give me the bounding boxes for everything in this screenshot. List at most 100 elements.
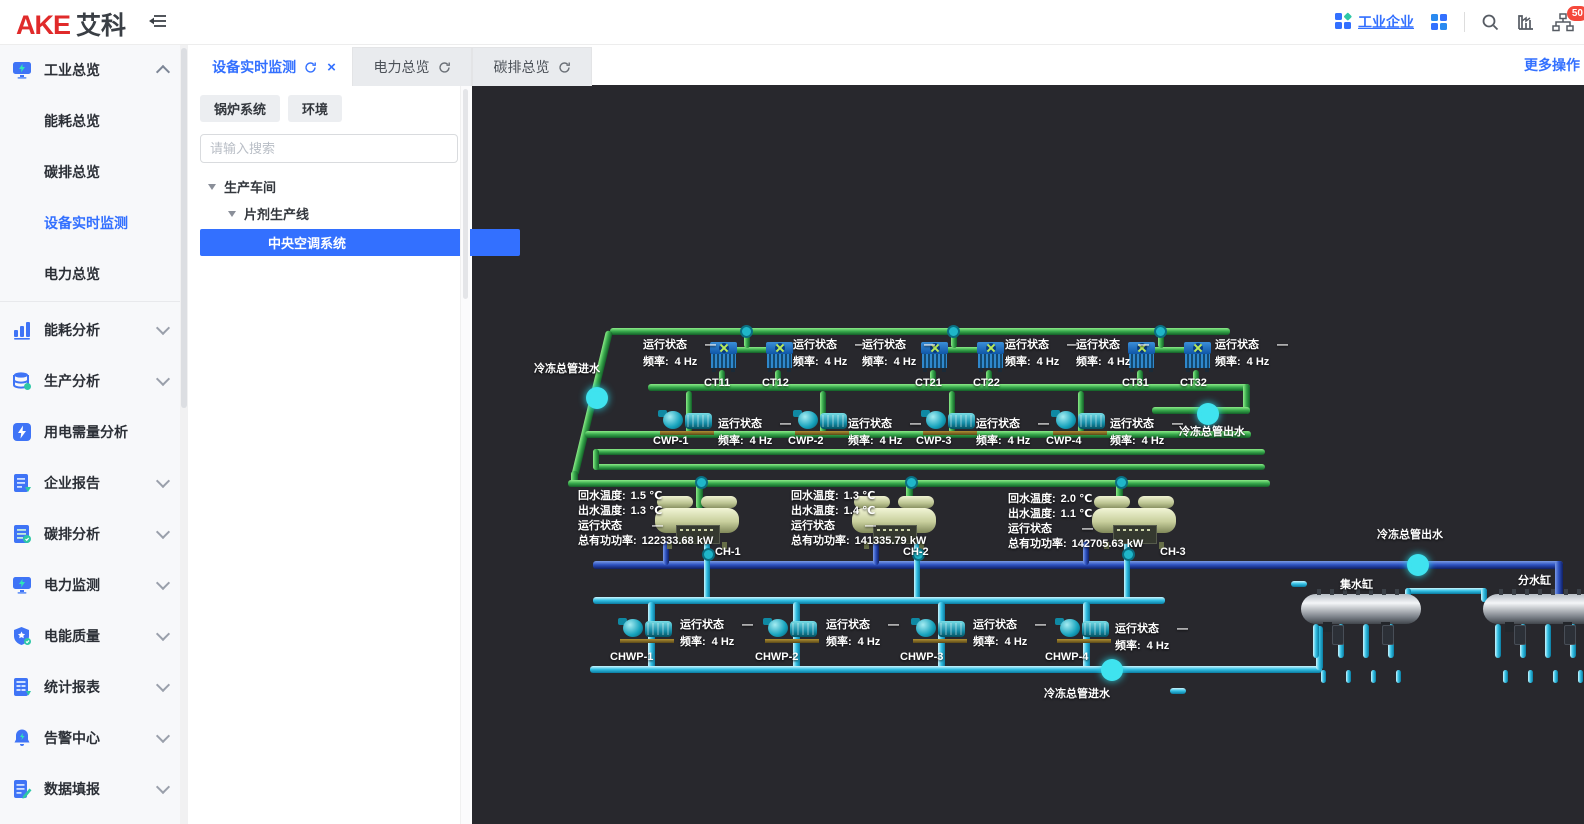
table-doc-icon bbox=[12, 677, 32, 697]
shield-icon bbox=[12, 626, 32, 646]
refresh-icon[interactable] bbox=[558, 61, 571, 74]
tab-carbon-overview[interactable]: 碳排总览 bbox=[472, 47, 592, 86]
sidebar-item-enterprise-report[interactable]: 企业报告 bbox=[0, 457, 180, 508]
enterprise-link[interactable]: 工业企业 bbox=[1334, 12, 1414, 33]
chevron-down-icon bbox=[155, 371, 171, 386]
sidebar-scrollbar[interactable] bbox=[180, 44, 188, 824]
pipe-node bbox=[586, 387, 608, 409]
pipe-label-inlet-left: 冷冻总管进水 bbox=[534, 363, 600, 375]
tree-node-workshop[interactable]: 生产车间 bbox=[208, 177, 276, 196]
bell-icon bbox=[12, 728, 32, 748]
chevron-down-icon bbox=[155, 524, 171, 539]
header-actions: 工业企业 50 bbox=[1334, 0, 1584, 44]
valve-icon bbox=[702, 548, 715, 561]
pump-chwp-4 bbox=[1055, 616, 1113, 643]
tree-expand-icon[interactable] bbox=[228, 210, 236, 217]
tank-drop-pipe bbox=[1363, 624, 1369, 658]
pipe-sleeve bbox=[1382, 625, 1394, 645]
sidebar-item-power-demand-analysis[interactable]: 用电需量分析 bbox=[0, 406, 180, 457]
scrollbar-thumb[interactable] bbox=[181, 48, 187, 408]
equipment-label: CHWP-3 bbox=[900, 651, 944, 663]
chiller-info-ch-2: 回水温度: 1.3 ℃ 出水温度: 1.4 ℃ 运行状态 — 总有功功率: 141335… bbox=[791, 490, 927, 547]
search-input[interactable] bbox=[200, 134, 458, 163]
sidebar-item-power-quality[interactable]: 电能质量 bbox=[0, 610, 180, 661]
pipe-tank-bridge bbox=[1405, 588, 1487, 594]
tank-label: 分水缸 bbox=[1518, 575, 1551, 587]
equipment-label: CT21 bbox=[915, 377, 942, 389]
pipe-label-outlet-right: 冷冻总管出水 bbox=[1377, 529, 1443, 541]
pump-chwp-3 bbox=[911, 616, 969, 643]
sidebar-collapse-icon[interactable] bbox=[148, 12, 168, 35]
sidebar-item-production-analysis[interactable]: 生产分析 bbox=[0, 355, 180, 406]
refresh-icon[interactable] bbox=[438, 61, 451, 74]
pipe-sleeve bbox=[1332, 625, 1344, 645]
cooling-tower-ct32 bbox=[1184, 342, 1211, 372]
equipment-label: CT22 bbox=[973, 377, 1000, 389]
pipe-dash bbox=[1291, 581, 1307, 587]
workspace-grid-icon[interactable] bbox=[1430, 13, 1448, 31]
panel-scrollbar[interactable] bbox=[460, 85, 470, 824]
sidebar-item-industry-overview[interactable]: 工业总览 bbox=[0, 44, 180, 95]
close-icon[interactable]: × bbox=[327, 59, 336, 76]
grid-apps-icon bbox=[1334, 12, 1352, 33]
sidebar-item-carbon-overview[interactable]: 碳排总览 bbox=[0, 146, 180, 197]
status-block-cwp-2: 运行状态 — 频率: 4 Hz bbox=[848, 418, 921, 447]
factory-report-icon[interactable] bbox=[1516, 13, 1536, 32]
pump-chwp-2 bbox=[763, 616, 821, 643]
tab-device-realtime-monitor[interactable]: 设备实时监测 × bbox=[196, 47, 352, 86]
status-block-chwp-4: 运行状态 — 频率: 4 Hz bbox=[1115, 623, 1188, 652]
equipment-label: CT32 bbox=[1180, 377, 1207, 389]
top-header: AKE 艾科 工业企业 50 bbox=[0, 0, 1584, 45]
tree-node-central-ac-system[interactable]: 中央空调系统 bbox=[200, 229, 520, 256]
pipe-node bbox=[1101, 659, 1123, 681]
hvac-scada-canvas[interactable]: CT11 CT12 CT21 CT22 CT31 CT32 运行状态 — 频率: 4… bbox=[472, 85, 1584, 824]
pipe-stub bbox=[1553, 670, 1558, 683]
equipment-label: CHWP-1 bbox=[610, 651, 654, 663]
filter-button-boiler-system[interactable]: 锅炉系统 bbox=[200, 95, 281, 122]
chiller-info-ch-1: 回水温度: 1.5 ℃ 出水温度: 1.3 ℃ 运行状态 — 总有功功率: 122333… bbox=[578, 490, 714, 547]
sidebar-item-energy-overview[interactable]: 能耗总览 bbox=[0, 95, 180, 146]
equipment-label: CT12 bbox=[762, 377, 789, 389]
valve-icon bbox=[740, 325, 753, 338]
search-icon[interactable] bbox=[1481, 13, 1500, 32]
refresh-icon[interactable] bbox=[304, 61, 317, 74]
sidebar-item-data-entry[interactable]: 数据填报 bbox=[0, 763, 180, 814]
tree-node-tablet-line[interactable]: 片剂生产线 bbox=[228, 204, 309, 223]
status-block-ct22: 运行状态 — 频率: 4 Hz bbox=[1005, 339, 1078, 368]
sidebar-item-carbon-analysis[interactable]: 碳排分析 bbox=[0, 508, 180, 559]
valve-icon bbox=[1154, 325, 1167, 338]
sidebar-nav: 工业总览 能耗总览 碳排总览 设备实时监测 电力总览 能耗分析 生产分析 用电需… bbox=[0, 44, 181, 824]
logo-text-cn: 艾科 bbox=[76, 12, 127, 40]
sidebar-item-device-realtime-monitor[interactable]: 设备实时监测 bbox=[0, 197, 180, 248]
sidebar-item-power-overview[interactable]: 电力总览 bbox=[0, 248, 180, 299]
notification-badge: 50 bbox=[1566, 5, 1584, 21]
pipe-sleeve bbox=[1564, 625, 1576, 645]
pipe-condenser-header-2 bbox=[593, 464, 1265, 470]
pipe-condenser-top bbox=[610, 328, 1230, 335]
org-sitemap-icon[interactable]: 50 bbox=[1552, 5, 1584, 32]
sidebar-item-statistics-report[interactable]: 统计报表 bbox=[0, 661, 180, 712]
sidebar-item-alarm-center[interactable]: 告警中心 bbox=[0, 712, 180, 763]
tree-expand-icon[interactable] bbox=[208, 183, 216, 190]
sidebar-item-power-monitor[interactable]: 电力监测 bbox=[0, 559, 180, 610]
filter-button-environment[interactable]: 环境 bbox=[288, 95, 343, 122]
tab-bar: 设备实时监测 × 电力总览 碳排总览 更多操作 bbox=[188, 44, 1584, 86]
chiller-info-ch-3: 回水温度: 2.0 ℃ 出水温度: 1.1 ℃ 运行状态 — 总有功功率: 142705… bbox=[1008, 493, 1144, 550]
status-block-cwp-3: 运行状态 — 频率: 4 Hz bbox=[976, 418, 1049, 447]
collector-tank bbox=[1301, 589, 1421, 632]
chevron-up-icon bbox=[155, 64, 171, 79]
pump-cwp-1 bbox=[658, 408, 716, 435]
equipment-label: CHWP-4 bbox=[1045, 651, 1089, 663]
valve-icon bbox=[905, 476, 918, 489]
equipment-label: CT11 bbox=[704, 377, 731, 389]
scrollbar-thumb[interactable] bbox=[463, 89, 468, 299]
pipe-stub bbox=[1578, 670, 1583, 683]
pipe-stub bbox=[1346, 670, 1351, 683]
sidebar-item-energy-analysis[interactable]: 能耗分析 bbox=[0, 304, 180, 355]
carbon-doc-icon bbox=[12, 524, 32, 544]
fan-icon bbox=[718, 343, 729, 353]
more-actions-link[interactable]: 更多操作 bbox=[1524, 55, 1584, 75]
pipe-chilled-return-main bbox=[590, 666, 1322, 673]
tab-power-overview[interactable]: 电力总览 bbox=[352, 47, 472, 86]
equipment-label: CWP-1 bbox=[653, 435, 689, 447]
